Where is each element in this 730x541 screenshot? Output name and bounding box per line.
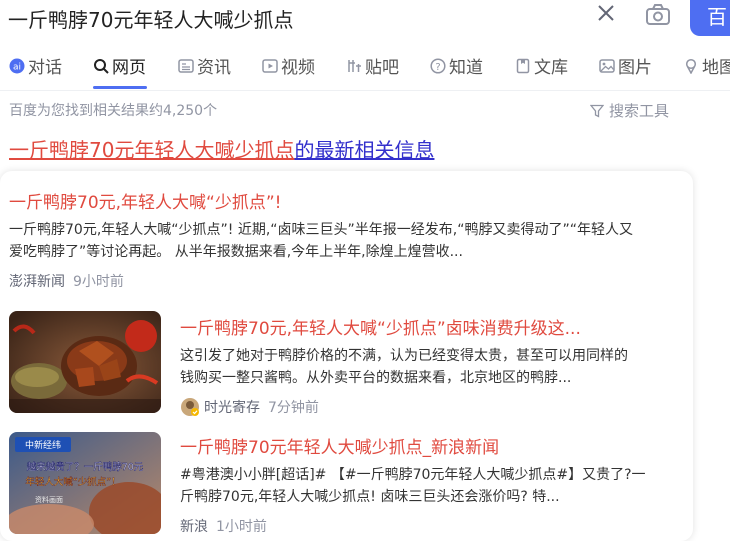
active-tab-indicator: [93, 86, 147, 89]
tab-label: 贴吧: [365, 58, 399, 78]
news-item: 一斤鸭脖70元年轻人大喊少抓点_新浪新闻 #粤港澳小小胖[超话]# 【#一斤鸭脖…: [180, 433, 680, 536]
result-stats: 百度为您找到相关结果约4,250个: [9, 103, 218, 119]
snippet-line: 这引发了她对于鸭脖价格的不满，认为已经变得太贵，甚至可以用同样的: [180, 348, 628, 364]
search-tools-button[interactable]: 搜索工具: [590, 100, 669, 121]
tab-label: 资讯: [197, 58, 231, 78]
news-item-title[interactable]: 一斤鸭脖70元年轻人大喊少抓点_新浪新闻: [180, 433, 680, 458]
tab-video[interactable]: 视频: [262, 53, 315, 78]
news-header-link[interactable]: 一斤鸭脖70元年轻人大喊少抓点的最新相关信息: [9, 134, 434, 163]
news-item: 一斤鸭脖70元,年轻人大喊“少抓点”卤味消费升级这... 这引发了她对于鸭脖价格…: [180, 314, 680, 417]
news-item: 一斤鸭脖70元,年轻人大喊“少抓点”! 一斤鸭脖70元,年轻人大喊“少抓点”! …: [9, 188, 684, 291]
tab-ai-chat[interactable]: ai 对话: [9, 53, 62, 78]
thumb-watermark: 资料画面: [35, 495, 63, 504]
news-time: 7分钟前: [268, 400, 319, 416]
search-tools-label: 搜索工具: [609, 102, 670, 120]
tab-label: 网页: [112, 58, 146, 78]
tab-image[interactable]: 图片: [599, 53, 652, 78]
search-bar: 一斤鸭脖70元年轻人大喊少抓点 百: [0, 0, 730, 36]
tab-label: 对话: [28, 58, 62, 78]
news-source: 新浪: [180, 519, 208, 535]
camera-icon[interactable]: [645, 4, 671, 26]
tab-tieba[interactable]: 贴吧: [346, 53, 399, 78]
tab-label: 图片: [618, 58, 652, 78]
tab-zhidao[interactable]: ? 知道: [430, 53, 483, 78]
video-cover-image: 中新经纬 越来越贵了？一斤鸭脖70元 年轻人大喊“少抓点”！ 资料画面: [9, 432, 161, 534]
news-header-rest: 的最新相关信息: [294, 138, 435, 162]
news-item-snippet: #粤港澳小小胖[超话]# 【#一斤鸭脖70元年轻人大喊少抓点#】又贵了?一 斤鸭…: [180, 464, 680, 508]
tab-web[interactable]: 网页: [93, 53, 146, 78]
filter-icon: [590, 104, 604, 118]
tab-map[interactable]: 地图: [683, 53, 730, 78]
svg-text:ai: ai: [13, 62, 21, 72]
news-thumbnail-duck-neck[interactable]: [9, 311, 161, 413]
news-item-title[interactable]: 一斤鸭脖70元,年轻人大喊“少抓点”卤味消费升级这...: [180, 314, 680, 339]
tab-label: 地图: [702, 58, 730, 78]
news-source: 时光寄存: [204, 400, 260, 416]
news-time: 1小时前: [216, 519, 267, 535]
snippet-line: 爱吃鸭脖了”等讨论再起。 从半年报数据来看,今年上半年,除煌上煌营收...: [9, 244, 463, 260]
news-card: 一斤鸭脖70元,年轻人大喊“少抓点”! 一斤鸭脖70元,年轻人大喊“少抓点”! …: [0, 171, 693, 541]
author-avatar-icon: [181, 398, 199, 416]
video-icon: [262, 58, 278, 73]
news-item-snippet: 一斤鸭脖70元,年轻人大喊“少抓点”! 近期,“卤味三巨头”半年报一经发布,“鸭…: [9, 219, 684, 263]
news-item-meta: 澎湃新闻 9小时前: [9, 271, 684, 291]
thumb-caption-line2: 年轻人大喊“少抓点”！: [25, 476, 120, 488]
tab-wenku[interactable]: 文库: [515, 53, 568, 78]
news-item-meta: 新浪 1小时前: [180, 516, 680, 536]
search-icon: [94, 58, 109, 74]
news-icon: [178, 58, 194, 73]
snippet-line: #粤港澳小小胖[超话]# 【#一斤鸭脖70元年轻人大喊少抓点#】又贵了?一: [180, 467, 646, 483]
thumb-caption-line1: 越来越贵了？一斤鸭脖70元: [27, 461, 144, 473]
news-thumbnail-video-cover[interactable]: 中新经纬 越来越贵了？一斤鸭脖70元 年轻人大喊“少抓点”！ 资料画面: [9, 432, 161, 534]
thumb-logo-text: 中新经纬: [25, 439, 61, 451]
map-icon: [685, 58, 697, 74]
svg-text:?: ?: [435, 61, 440, 72]
tab-label: 文库: [534, 58, 568, 78]
news-item-title[interactable]: 一斤鸭脖70元,年轻人大喊“少抓点”!: [9, 188, 684, 213]
snippet-line: 钱购买一整只酱鸭。从外卖平台的数据来看，北京地区的鸭脖...: [180, 370, 572, 386]
tab-label: 视频: [281, 58, 315, 78]
doc-icon: [516, 58, 530, 73]
tab-label: 知道: [449, 58, 483, 78]
clear-icon[interactable]: [594, 2, 618, 26]
search-button[interactable]: 百: [690, 0, 730, 36]
question-icon: ?: [430, 57, 446, 74]
news-header-highlight: 一斤鸭脖70元年轻人大喊少抓点: [9, 138, 295, 162]
snippet-line: 斤鸭脖70元,年轻人大喊少抓点! 卤味三巨头还会涨价吗? 特...: [180, 489, 560, 505]
vertical-tabs: ai 对话 网页 资讯 视频 贴吧 ? 知道 文库 图片 地图: [0, 44, 730, 91]
news-item-snippet: 这引发了她对于鸭脖价格的不满，认为已经变得太贵，甚至可以用同样的 钱购买一整只酱…: [180, 345, 680, 389]
image-icon: [599, 58, 615, 73]
news-item-meta: 时光寄存 7分钟前: [180, 397, 680, 417]
search-input[interactable]: 一斤鸭脖70元年轻人大喊少抓点: [8, 4, 293, 33]
snippet-line: 一斤鸭脖70元,年轻人大喊“少抓点”! 近期,“卤味三巨头”半年报一经发布,“鸭…: [9, 222, 633, 238]
duck-neck-photo: [9, 311, 161, 413]
news-source: 澎湃新闻: [9, 274, 65, 290]
ai-chat-icon: ai: [9, 58, 25, 73]
tieba-icon: [348, 59, 361, 72]
tab-news[interactable]: 资讯: [178, 53, 231, 78]
news-time: 9小时前: [73, 274, 124, 290]
